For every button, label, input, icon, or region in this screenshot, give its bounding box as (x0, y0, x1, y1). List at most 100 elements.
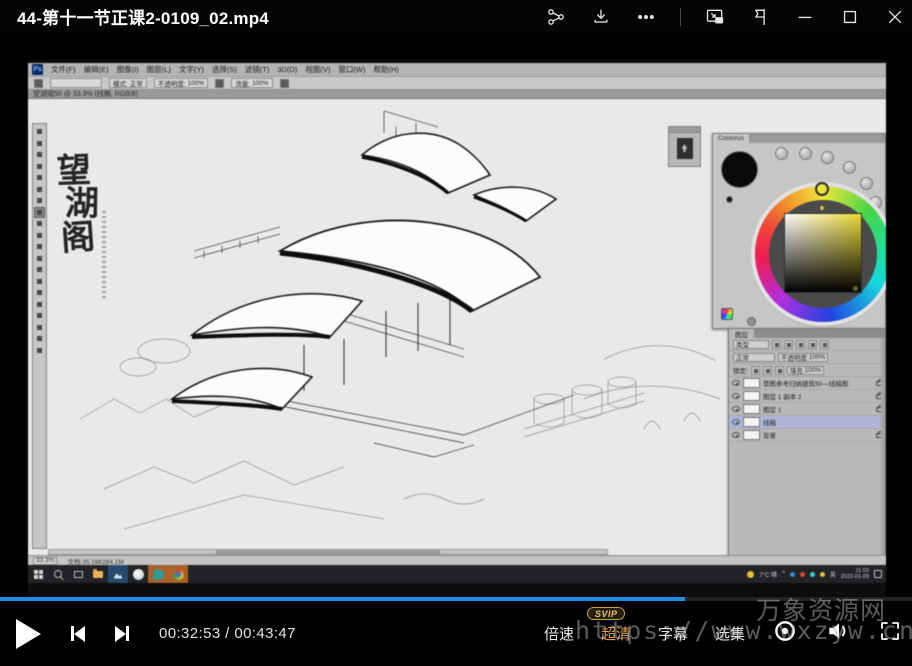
text-tool-icon (35, 300, 44, 309)
pressure-opacity-icon (215, 79, 224, 88)
running-app-icon (148, 565, 168, 583)
layer-row: 图层 1 (729, 403, 885, 416)
photoshop-workspace: 望 湖 阁 Coolorus (28, 99, 886, 555)
video-display-area[interactable]: Ps 文件(F) 编辑(E) 图像(I) 图层(L) 文字(Y) 选择(S) 滤… (28, 60, 886, 597)
layers-filter-row: 类型 (729, 338, 885, 351)
input-language: 英 (830, 570, 836, 579)
color-knob (843, 161, 856, 174)
layers-panel: 图层 类型 正常 不透明度:100% 锁定: (728, 328, 886, 555)
photoshop-status-bar: 33.3% 文档:35.1M/284.1M (28, 555, 886, 565)
tray-app-icon (820, 572, 825, 577)
share-icon[interactable] (545, 6, 567, 28)
hand-tool-icon (35, 334, 44, 343)
watermark-url: https://www.wxzyw.cn (575, 616, 912, 645)
coolorus-tab: Coolorus (713, 134, 749, 143)
tray-app-icon (810, 572, 815, 577)
next-button[interactable] (115, 626, 129, 642)
maximize-icon[interactable] (839, 6, 861, 28)
foreground-color-dot (726, 196, 733, 203)
menu-file: 文件(F) (51, 64, 76, 75)
canvas-scrollbar (48, 549, 608, 555)
download-icon[interactable] (590, 6, 612, 28)
blur-tool-icon (35, 265, 44, 274)
opacity-option: 不透明度:100% (154, 78, 208, 88)
floating-tool-panel (668, 126, 701, 167)
start-button-icon (28, 565, 48, 583)
coolorus-option-icon (747, 317, 756, 326)
photos-app-icon (108, 565, 128, 583)
layer-row: 背景 (729, 429, 885, 442)
brush-tool-icon (34, 79, 43, 88)
minimize-icon[interactable] (794, 6, 816, 28)
clock: 11:03 2022-01-09 (841, 568, 869, 581)
layer-row: 图层 1 副本 2 (729, 390, 885, 403)
lasso-tool-icon (35, 150, 44, 159)
eraser-tool-icon (35, 242, 44, 251)
sv-marker (851, 284, 860, 293)
weather-icon (747, 571, 754, 578)
active-apps-group (148, 565, 188, 583)
menu-window: 窗口(W) (338, 64, 365, 75)
rainbow-mode-icon (721, 308, 733, 320)
hue-dot (820, 206, 824, 210)
history-brush-tool-icon (35, 231, 44, 240)
photoshop-toolbar (32, 123, 47, 549)
visibility-eye-icon (732, 393, 740, 399)
menu-select: 选择(S) (212, 64, 237, 75)
picture-in-picture-icon[interactable] (704, 6, 726, 28)
calligraphy-annotation (102, 211, 106, 299)
photoshop-options-bar: 模式:正常 不透明度:100% 流量:100% (28, 76, 886, 90)
current-color-swatch (721, 151, 758, 188)
titlebar: 44-第十一节正课2-0109_02.mp4 (0, 0, 912, 33)
filter-shape-icon (808, 340, 817, 349)
video-title: 44-第十一节正课2-0109_02.mp4 (0, 4, 269, 29)
player-window: 44-第十一节正课2-0109_02.mp4 (0, 0, 912, 666)
layers-tab: 图层 (729, 329, 754, 338)
file-explorer-icon (88, 565, 108, 583)
photoshop-logo: Ps (32, 64, 43, 75)
document-size: 文档:35.1M/284.1M (67, 556, 123, 566)
previous-button[interactable] (71, 626, 85, 642)
filter-pixel-icon (772, 340, 781, 349)
playback-speed-button[interactable]: 倍速 (544, 623, 574, 644)
move-tool-icon (35, 127, 44, 136)
paint-app-icon (128, 565, 148, 583)
lock-row: 锁定: 填充:100% (729, 364, 885, 377)
play-button[interactable] (16, 619, 41, 649)
menu-3d: 3D(D) (277, 65, 297, 74)
blend-mode-row: 正常 不透明度:100% (729, 351, 885, 364)
brush-preset-picker (50, 78, 102, 88)
task-view-icon (68, 565, 88, 583)
lock-pixels-icon (763, 366, 772, 375)
weather-text: 7°C 晴 (759, 570, 777, 579)
calligraphy-title: 望 湖 阁 (56, 154, 93, 255)
more-options-icon[interactable] (635, 6, 657, 28)
titlebar-separator (680, 8, 681, 26)
zoom-level: 33.3% (33, 557, 57, 565)
tray-app-icon (800, 572, 805, 577)
document-tab: 望湖阁50 @ 33.3% (线稿, RGB/8) (28, 90, 886, 99)
pen-tool-icon (35, 288, 44, 297)
lock-transparent-icon (751, 366, 760, 375)
clone-tool-icon (35, 219, 44, 228)
menu-help: 帮助(H) (374, 64, 399, 75)
zoom-tool-icon (35, 346, 44, 355)
photoshop-window: Ps 文件(F) 编辑(E) 图像(I) 图层(L) 文字(Y) 选择(S) 滤… (28, 63, 886, 583)
canvas-drawing (44, 99, 728, 555)
marquee-tool-icon (35, 139, 44, 148)
taskbar-search-icon (48, 565, 68, 583)
tray-app-icon (790, 572, 795, 577)
dodge-tool-icon (35, 277, 44, 286)
layer-row: 草图参考归纳建筑50—线稿图 (729, 377, 885, 390)
eyedropper-tool-icon (35, 185, 44, 194)
visibility-eye-icon (732, 419, 740, 425)
visibility-eye-icon (732, 406, 740, 412)
hue-wheel (755, 186, 886, 322)
action-center-icon (874, 570, 882, 578)
menu-type: 文字(Y) (179, 64, 204, 75)
pin-flag-icon[interactable] (749, 6, 771, 28)
quick-select-tool-icon (35, 162, 44, 171)
system-tray: 7°C 晴 ^ 英 11:03 2022-01-09 (747, 568, 886, 581)
tray-chevron: ^ (782, 571, 785, 577)
close-icon[interactable] (884, 6, 906, 28)
